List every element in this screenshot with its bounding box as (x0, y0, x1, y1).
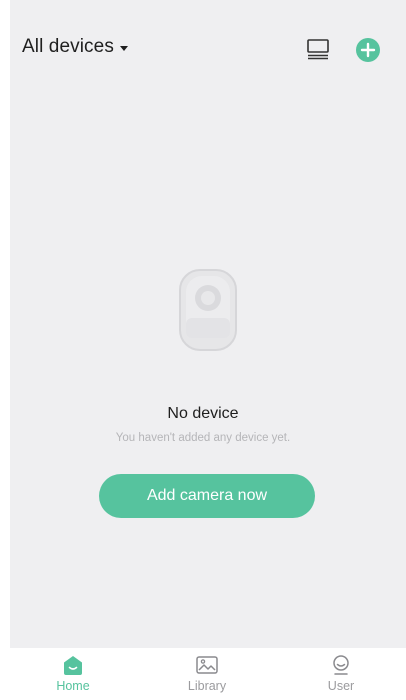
bottom-tab-bar: Home Library User (0, 648, 406, 700)
tab-library-label: Library (187, 679, 227, 693)
device-filter-dropdown[interactable]: All devices (22, 36, 128, 58)
user-icon (333, 655, 349, 675)
app-screen: All devices No device You haven't added … (0, 0, 406, 700)
empty-state-subtitle: You haven't added any device yet. (115, 432, 291, 444)
header: All devices (0, 0, 406, 96)
add-circle-icon[interactable] (355, 37, 381, 63)
camera-icon (176, 266, 240, 354)
tab-library[interactable]: Library (162, 654, 252, 698)
tab-home[interactable]: Home (28, 654, 118, 698)
image-icon (196, 656, 218, 674)
tab-user-label: User (327, 679, 355, 693)
home-icon (64, 656, 82, 675)
page-title: All devices (22, 36, 114, 57)
caret-down-icon (119, 45, 128, 51)
empty-state-title: No device (167, 405, 239, 422)
tab-home-label: Home (56, 679, 90, 693)
device-list-icon[interactable] (306, 38, 330, 60)
add-camera-button[interactable]: Add camera now (99, 474, 315, 518)
tab-user[interactable]: User (296, 654, 386, 698)
